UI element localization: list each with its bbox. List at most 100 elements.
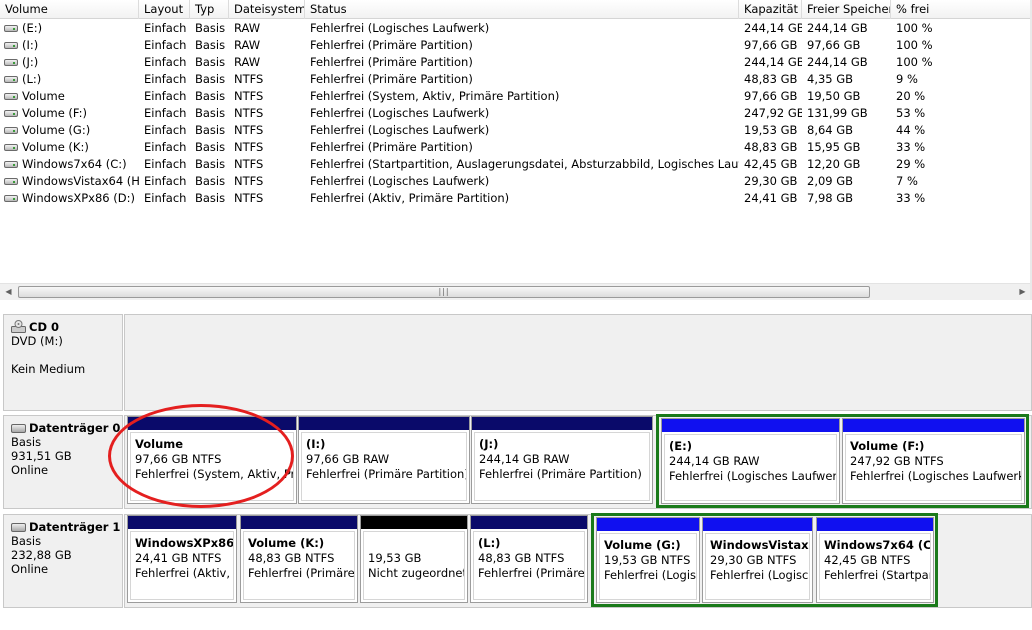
table-cell: 19,50 GB	[807, 89, 861, 103]
table-cell: Basis	[195, 55, 226, 69]
partition-name: WindowsVistax64 (H:)	[710, 538, 809, 552]
table-row[interactable]: Volume (G:) Einfach Basis NTFS Fehlerfrei (L…	[0, 122, 1032, 139]
partition-size: 19,53 GB NTFS	[604, 553, 691, 567]
table-row[interactable]: (I:) Einfach Basis RAW Fehlerfrei (Primäre P…	[0, 37, 1032, 54]
partition-c[interactable]: Windows7x64 (C:) 42,45 GB NTFS Fehlerfre…	[816, 517, 934, 603]
table-cell: NTFS	[234, 72, 264, 86]
drive-icon	[4, 178, 18, 185]
horizontal-scrollbar[interactable]: ◀ ||| ▶	[0, 283, 1032, 300]
table-cell: RAW	[234, 21, 261, 35]
table-cell: 44 %	[896, 123, 926, 137]
table-cell: 48,83 GB	[744, 140, 798, 154]
table-cell: RAW	[234, 38, 261, 52]
disk-status: Online	[11, 463, 49, 477]
table-row[interactable]: WindowsXPx86 (D:) Einfach Basis NTFS Fehlerf…	[0, 190, 1032, 207]
drive-icon	[4, 93, 18, 100]
partition-status: Fehlerfrei (Primäre Partition)	[306, 467, 467, 481]
partition-i[interactable]: (I:) 97,66 GB RAW Fehlerfrei (Primäre Pa…	[298, 416, 470, 504]
partition-l[interactable]: (L:) 48,83 GB NTFS Fehlerfrei (Primäre P…	[470, 515, 588, 603]
table-cell: (J:)	[22, 55, 39, 69]
disk-area-disk1: WindowsXPx86 (D:) 24,41 GB NTFS Fehlerfr…	[124, 513, 1032, 608]
hard-disk-icon	[11, 523, 26, 532]
partition-bar	[471, 516, 587, 529]
drive-icon	[4, 25, 18, 32]
table-cell: Einfach	[144, 72, 187, 86]
table-cell: Basis	[195, 140, 226, 154]
table-cell: 247,92 GB	[744, 106, 802, 120]
column-header-1[interactable]: Layout	[139, 0, 190, 19]
table-row[interactable]: Windows7x64 (C:) Einfach Basis NTFS Fehlerfr…	[0, 156, 1032, 173]
table-row[interactable]: WindowsVistax64 (H:) Einfach Basis NTFS Fehl…	[0, 173, 1032, 190]
table-cell: Einfach	[144, 174, 187, 188]
table-row[interactable]: (E:) Einfach Basis RAW Fehlerfrei (Logisches…	[0, 20, 1032, 37]
disk-row-disk1: Datenträger 1 Basis 232,88 GB Online Win…	[0, 511, 1032, 611]
partition-status: Fehlerfrei (Aktiv, Primäre Partition)	[135, 566, 233, 580]
partition-size: 97,66 GB RAW	[306, 452, 390, 466]
disk-label-cd0[interactable]: CD 0 DVD (M:) Kein Medium	[3, 314, 123, 411]
table-cell: 24,41 GB	[744, 191, 798, 205]
column-header-7[interactable]: % frei	[891, 0, 1032, 19]
drive-icon	[4, 42, 18, 49]
table-cell: 7,98 GB	[807, 191, 854, 205]
table-row[interactable]: (J:) Einfach Basis RAW Fehlerfrei (Primäre P…	[0, 54, 1032, 71]
column-header-2[interactable]: Typ	[190, 0, 229, 19]
partition-k[interactable]: Volume (K:) 48,83 GB NTFS Fehlerfrei (Pr…	[240, 515, 358, 603]
disk-media-status: Kein Medium	[11, 362, 86, 376]
table-row[interactable]: Volume (F:) Einfach Basis NTFS Fehlerfrei (L…	[0, 105, 1032, 122]
partition-size: 48,83 GB NTFS	[248, 551, 335, 565]
column-header-3[interactable]: Dateisystem	[229, 0, 305, 19]
partition-status: Fehlerfrei (Logisches Laufwerk)	[850, 469, 1022, 483]
table-cell: 48,83 GB	[744, 72, 798, 86]
table-cell: Basis	[195, 174, 226, 188]
table-cell: Basis	[195, 123, 226, 137]
partition-bar	[472, 417, 652, 430]
table-cell: Fehlerfrei (Primäre Partition)	[310, 38, 473, 52]
table-cell: Einfach	[144, 106, 187, 120]
table-row[interactable]: Volume Einfach Basis NTFS Fehlerfrei (System…	[0, 88, 1032, 105]
disk-type: Basis	[11, 534, 42, 548]
table-cell: 131,99 GB	[807, 106, 868, 120]
partition-h[interactable]: WindowsVistax64 (H:) 29,30 GB NTFS Fehle…	[702, 517, 813, 603]
table-cell: 97,66 GB	[744, 38, 798, 52]
partition-j[interactable]: (J:) 244,14 GB RAW Fehlerfrei (Primäre P…	[471, 416, 653, 504]
table-cell: 97,66 GB	[807, 38, 861, 52]
scroll-right-arrow-icon[interactable]: ▶	[1014, 284, 1031, 301]
disk-name: Datenträger 1	[11, 520, 122, 534]
partition-bar	[299, 417, 469, 430]
partition-e[interactable]: (E:) 244,14 GB RAW Fehlerfrei (Logisches…	[661, 418, 840, 504]
partition-g[interactable]: Volume (G:) 19,53 GB NTFS Fehlerfrei (Lo…	[596, 517, 700, 603]
scroll-left-arrow-icon[interactable]: ◀	[0, 284, 17, 301]
column-header-4[interactable]: Status	[305, 0, 739, 19]
table-cell: Einfach	[144, 123, 187, 137]
partition-f[interactable]: Volume (F:) 247,92 GB NTFS Fehlerfrei (L…	[842, 418, 1025, 504]
table-cell: 8,64 GB	[807, 123, 854, 137]
table-cell: NTFS	[234, 106, 264, 120]
table-row[interactable]: Volume (K:) Einfach Basis NTFS Fehlerfrei (P…	[0, 139, 1032, 156]
column-header-5[interactable]: Kapazität	[739, 0, 802, 19]
table-cell: WindowsVistax64 (H:)	[22, 174, 139, 188]
partition-unallocated[interactable]: 19,53 GB Nicht zugeordnet	[360, 515, 468, 603]
drive-icon	[4, 110, 18, 117]
table-cell: 42,45 GB	[744, 157, 798, 171]
column-header-0[interactable]: Volume	[0, 0, 139, 19]
disk-name: CD 0	[11, 320, 122, 334]
scroll-thumb[interactable]: |||	[18, 286, 870, 298]
partition-name: (J:)	[479, 437, 499, 451]
partition-name: (E:)	[669, 439, 692, 453]
disk-label-disk1[interactable]: Datenträger 1 Basis 232,88 GB Online	[3, 514, 123, 608]
partition-name: Volume (F:)	[850, 439, 925, 453]
table-cell: Fehlerfrei (Logisches Laufwerk)	[310, 21, 490, 35]
table-row[interactable]: (L:) Einfach Basis NTFS Fehlerfrei (Primäre …	[0, 71, 1032, 88]
partition-bar	[817, 518, 933, 531]
table-cell: Basis	[195, 89, 226, 103]
partition-size: 42,45 GB NTFS	[824, 553, 911, 567]
disk-label-disk0[interactable]: Datenträger 0 Basis 931,51 GB Online	[3, 415, 123, 509]
disk-drive-letter: DVD (M:)	[11, 334, 63, 348]
partition-d[interactable]: WindowsXPx86 (D:) 24,41 GB NTFS Fehlerfr…	[127, 515, 237, 603]
column-header-6[interactable]: Freier Speicher	[802, 0, 891, 19]
table-cell: Fehlerfrei (Logisches Laufwerk)	[310, 174, 490, 188]
table-cell: 19,53 GB	[744, 123, 798, 137]
partition-name	[368, 536, 464, 551]
table-cell: 244,14 GB	[807, 55, 868, 69]
partition-bar	[597, 518, 699, 531]
